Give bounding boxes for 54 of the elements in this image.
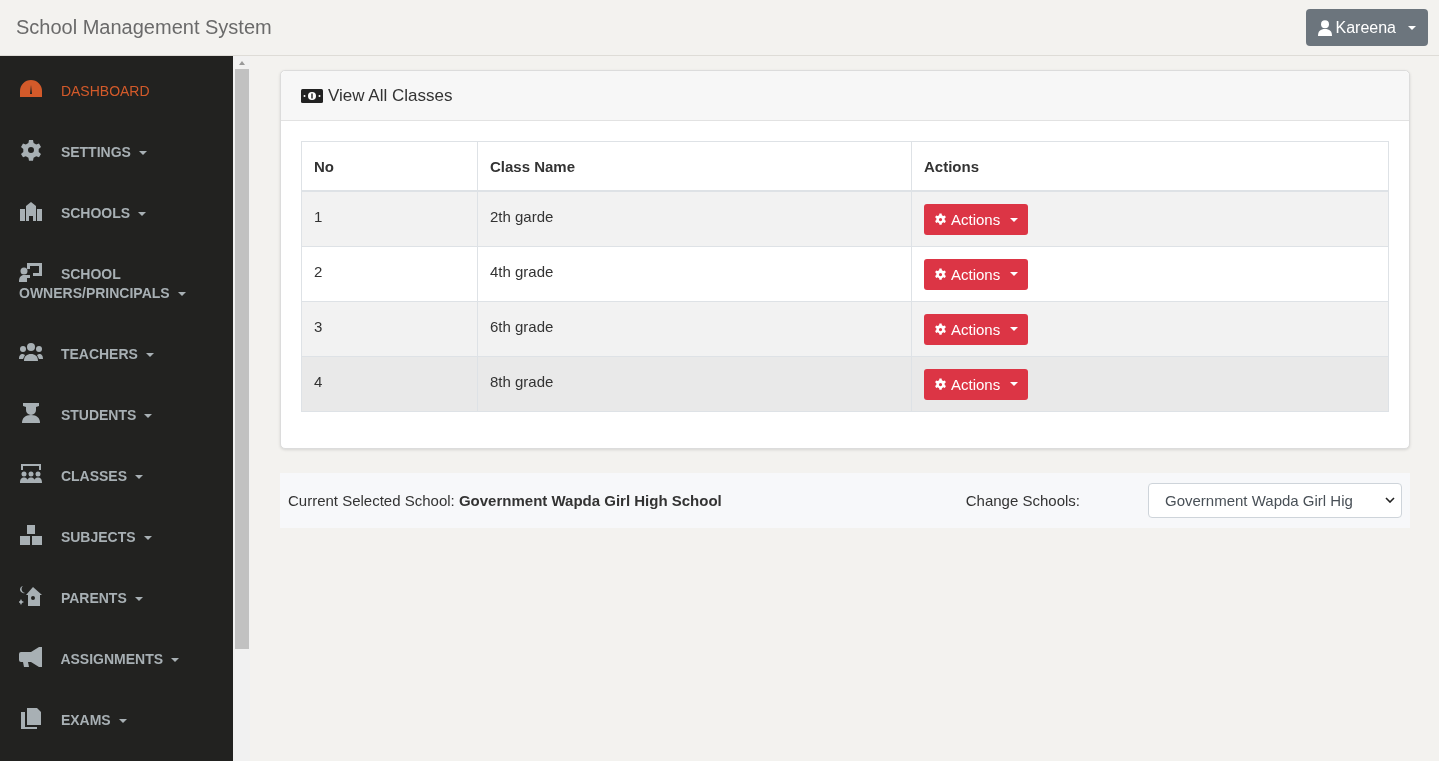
- house-icon: [19, 585, 43, 607]
- settings-icon: [934, 213, 947, 226]
- settings-icon: [19, 139, 43, 161]
- actions-button[interactable]: Actions: [924, 313, 1029, 345]
- card-title: View All Classes: [328, 85, 453, 106]
- change-schools-label: Change Schools:: [965, 491, 1080, 509]
- caret-icon: [1010, 382, 1019, 386]
- graduate-icon: [19, 402, 43, 424]
- table-cell: 8th grade: [477, 356, 912, 411]
- sidebar-item[interactable]: ASSIGNMENTS: [0, 646, 233, 707]
- current-school-text: Current Selected School: Government Wapda Girl High School: [288, 491, 723, 509]
- table-cell: 4: [301, 356, 478, 411]
- sidebar-item[interactable]: DASHBOARD: [0, 78, 233, 139]
- table-cell: 2: [301, 246, 478, 301]
- sidebar-item[interactable]: CLASSES: [0, 463, 233, 524]
- table-cell: 6th grade: [477, 301, 912, 356]
- boxes-icon: [19, 524, 43, 546]
- caret-icon: [1010, 272, 1019, 276]
- sidebar-item[interactable]: SCHOOL OWNERS/PRINCIPALS: [0, 261, 233, 341]
- megaphone-icon: [19, 646, 43, 668]
- sidebar-item[interactable]: STUDENTS: [0, 402, 233, 463]
- user-menu-button[interactable]: Kareena: [1305, 9, 1428, 46]
- table-cell: 1: [301, 191, 478, 246]
- settings-icon: [934, 377, 947, 391]
- table-cell: 3: [301, 301, 478, 356]
- school-select[interactable]: Government Wapda Girl Hig: [1148, 482, 1402, 518]
- sidebar-item[interactable]: SCHOOLS: [0, 200, 233, 261]
- building-icon: [19, 200, 43, 222]
- actions-button[interactable]: Actions: [924, 258, 1029, 290]
- classroom-icon: [19, 463, 43, 485]
- actions-button[interactable]: Actions: [924, 204, 1029, 235]
- scrollbar-thumb[interactable]: [234, 69, 249, 649]
- user-icon: [1317, 19, 1332, 36]
- scroll-up-icon: [238, 61, 245, 65]
- copy-icon: [19, 707, 43, 729]
- banknote-icon: [301, 88, 323, 103]
- sidebar-item[interactable]: PARENTS: [0, 585, 233, 646]
- sidebar-item[interactable]: SETTINGS: [0, 139, 233, 200]
- sidebar-item[interactable]: EXAMS: [0, 707, 233, 761]
- settings-icon: [934, 267, 947, 281]
- gauge-icon: [19, 78, 43, 100]
- caret-icon: [1010, 327, 1019, 331]
- settings-icon: [934, 322, 947, 336]
- caret-icon: [1010, 217, 1019, 222]
- actions-button[interactable]: Actions: [924, 368, 1029, 400]
- table-cell: 2th garde: [477, 191, 912, 246]
- users-icon: [19, 341, 43, 363]
- brand-title: School Management System: [16, 16, 272, 39]
- table-cell: 4th grade: [477, 246, 912, 301]
- chevron-down-icon: [1385, 497, 1395, 503]
- sidebar-item[interactable]: SUBJECTS: [0, 524, 233, 585]
- sidebar-item[interactable]: TEACHERS: [0, 341, 233, 402]
- presenter-icon: [19, 261, 43, 283]
- caret-icon: [1408, 25, 1416, 30]
